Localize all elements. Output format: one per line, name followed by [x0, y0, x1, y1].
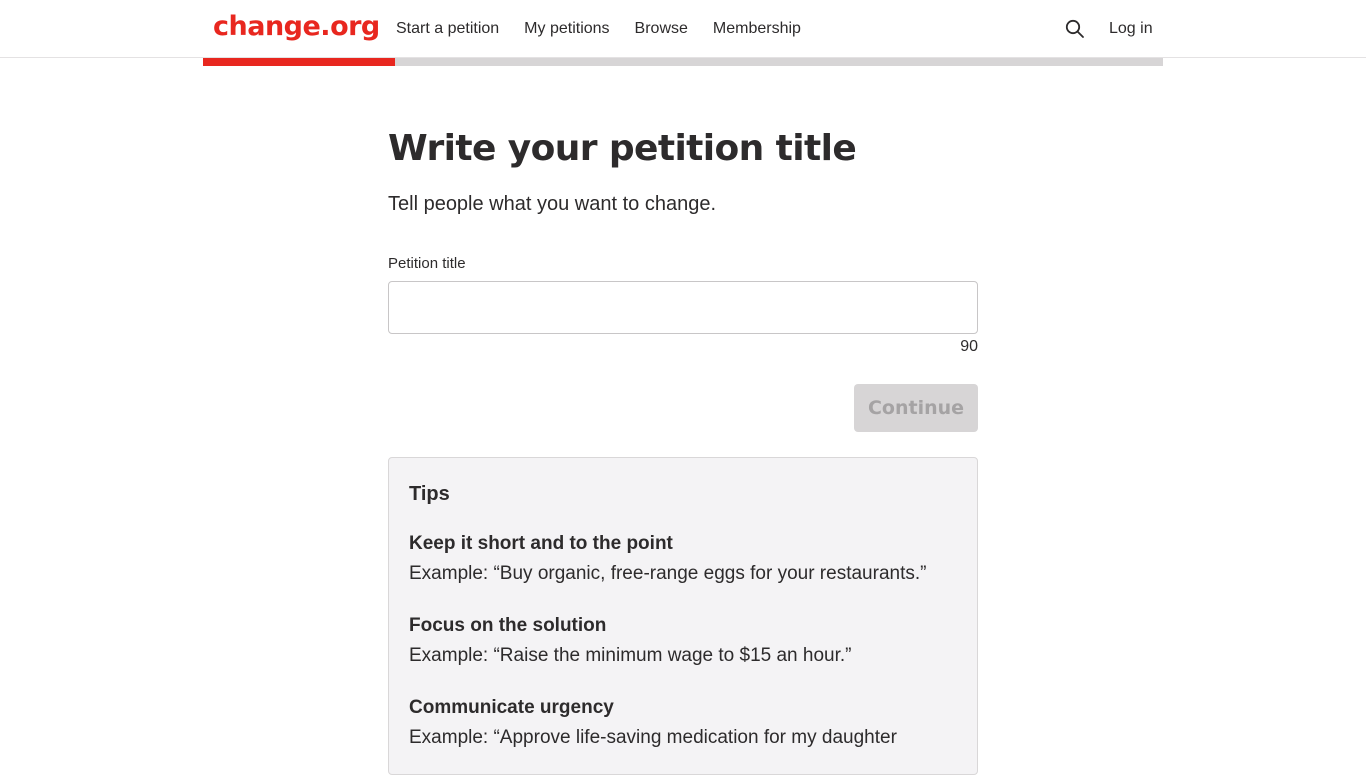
change-org-logo[interactable]: change.org [213, 9, 380, 45]
character-counter: 90 [960, 338, 978, 355]
tip-example: Example: “Approve life-saving medication… [409, 727, 897, 748]
tip-example: Example: “Raise the minimum wage to $15 … [409, 645, 852, 666]
page-title: Write your petition title [388, 128, 857, 169]
tip-example: Example: “Buy organic, free-range eggs f… [409, 563, 927, 584]
site-header: change.org Start a petition My petitions… [0, 0, 1366, 58]
search-icon[interactable] [1064, 18, 1086, 40]
tips-panel: Tips Keep it short and to the point Exam… [388, 457, 978, 775]
login-link[interactable]: Log in [1109, 17, 1153, 41]
tip-heading: Focus on the solution [409, 615, 607, 636]
nav-browse[interactable]: Browse [635, 17, 688, 41]
page-subtitle: Tell people what you want to change. [388, 193, 716, 215]
progress-bar [203, 58, 1163, 66]
progress-bar-fill [203, 58, 395, 66]
continue-button[interactable]: Continue [854, 384, 978, 432]
petition-title-form: Write your petition title Tell people wh… [388, 125, 978, 775]
tip-item: Focus on the solution Example: “Raise th… [409, 612, 957, 672]
main-nav: Start a petition My petitions Browse Mem… [396, 17, 826, 41]
form-actions: Continue [388, 384, 978, 432]
petition-title-input[interactable] [388, 281, 978, 334]
tips-title: Tips [409, 483, 450, 505]
tip-heading: Keep it short and to the point [409, 533, 673, 554]
nav-membership[interactable]: Membership [713, 17, 801, 41]
petition-title-label: Petition title [388, 255, 466, 272]
tip-item: Communicate urgency Example: “Approve li… [409, 694, 957, 754]
tip-heading: Communicate urgency [409, 697, 614, 718]
tip-item: Keep it short and to the point Example: … [409, 530, 957, 590]
nav-my-petitions[interactable]: My petitions [524, 17, 609, 41]
nav-start-petition[interactable]: Start a petition [396, 17, 499, 41]
